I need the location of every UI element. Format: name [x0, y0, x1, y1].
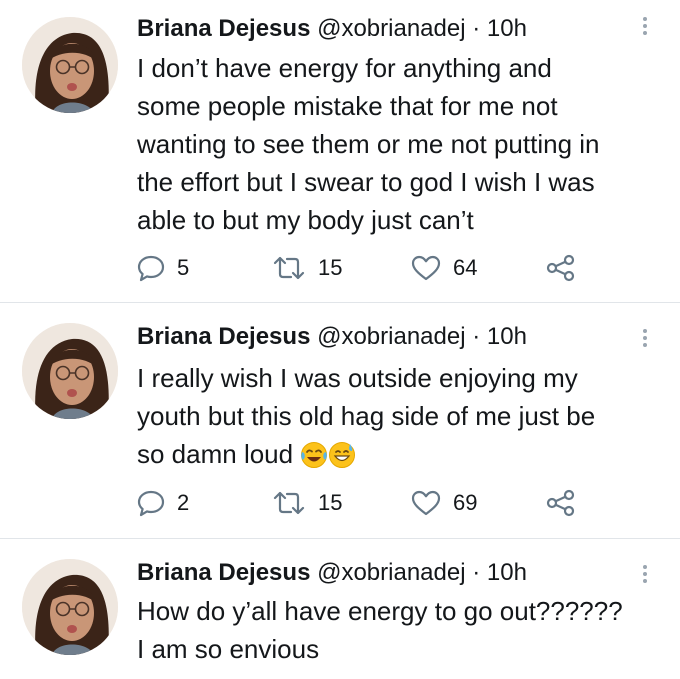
tweet-text-line: able to but my body just can’t	[137, 205, 474, 235]
retweet-count: 15	[318, 255, 343, 280]
reply-button[interactable]: 2	[137, 488, 189, 518]
tweet-header: Briana Dejesus @xobrianadej · 10h	[137, 15, 527, 43]
retweet-button[interactable]: 15	[272, 488, 342, 518]
tweet[interactable]: Briana Dejesus @xobrianadej · 10h How do…	[0, 539, 680, 679]
timestamp[interactable]: · 10h	[472, 559, 527, 586]
timestamp[interactable]: · 10h	[472, 323, 527, 350]
like-count: 69	[453, 490, 478, 515]
tweet-text-line: wanting to see them or me not putting in	[137, 129, 600, 159]
retweet-button[interactable]: 15	[272, 253, 342, 283]
tweet-header: Briana Dejesus @xobrianadej · 10h	[137, 323, 527, 351]
retweet-icon	[273, 256, 305, 280]
reply-icon	[137, 490, 165, 517]
tweet-text-line: I am so envious	[137, 634, 320, 664]
author-handle[interactable]: @xobrianadej	[317, 323, 465, 350]
tweet-text-line: so damn loud	[137, 439, 294, 469]
grinning-face-with-sweat-icon	[328, 441, 356, 479]
avatar[interactable]	[22, 323, 118, 419]
tweet-actions: 2 15 69	[137, 488, 587, 518]
tweet-text-line: I don’t have energy for anything and	[137, 53, 552, 83]
tweet-text-line: youth but this old hag side of me just b…	[137, 401, 596, 431]
avatar[interactable]	[22, 17, 118, 113]
tweet[interactable]: Briana Dejesus @xobrianadej · 10h I don’…	[0, 0, 680, 302]
like-count: 64	[453, 255, 478, 280]
share-button[interactable]	[545, 488, 577, 518]
share-button[interactable]	[545, 253, 577, 283]
like-icon	[411, 255, 441, 281]
author-name[interactable]: Briana Dejesus	[137, 15, 310, 42]
tweet-text-line: I really wish I was outside enjoying my	[137, 363, 578, 393]
tweet-text: How do y’all have energy to go out??????…	[137, 592, 662, 668]
reply-icon	[137, 255, 165, 282]
share-icon	[546, 489, 575, 517]
tweet-text: I don’t have energy for anything and som…	[137, 49, 662, 239]
tweet-text-line-with-emoji: so damn loud	[137, 435, 662, 479]
tweet-feed: Briana Dejesus @xobrianadej · 10h I don’…	[0, 0, 680, 679]
tweet-actions: 5 15 64	[137, 253, 587, 283]
reply-count: 5	[177, 255, 190, 280]
retweet-icon	[273, 491, 305, 515]
tweet-text-line: some people mistake that for me not	[137, 91, 558, 121]
tweet-text: I really wish I was outside enjoying my …	[137, 359, 662, 479]
author-name[interactable]: Briana Dejesus	[137, 559, 310, 586]
share-icon	[546, 254, 575, 282]
author-name[interactable]: Briana Dejesus	[137, 323, 310, 350]
face-with-tears-of-joy-icon	[300, 441, 328, 479]
more-options-icon[interactable]	[640, 15, 650, 37]
avatar[interactable]	[22, 559, 118, 655]
timestamp[interactable]: · 10h	[472, 15, 527, 42]
like-button[interactable]: 69	[411, 488, 477, 518]
tweet-text-line: the effort but I swear to god I wish I w…	[137, 167, 595, 197]
retweet-count: 15	[318, 490, 343, 515]
tweet[interactable]: Briana Dejesus @xobrianadej · 10h I real…	[0, 303, 680, 537]
like-button[interactable]: 64	[411, 253, 477, 283]
more-options-icon[interactable]	[640, 563, 650, 585]
like-icon	[411, 490, 441, 516]
author-handle[interactable]: @xobrianadej	[317, 559, 465, 586]
tweet-text-line: How do y’all have energy to go out??????	[137, 596, 623, 626]
tweet-header: Briana Dejesus @xobrianadej · 10h	[137, 559, 527, 587]
reply-count: 2	[177, 490, 190, 515]
reply-button[interactable]: 5	[137, 253, 189, 283]
more-options-icon[interactable]	[640, 327, 650, 349]
author-handle[interactable]: @xobrianadej	[317, 15, 465, 42]
